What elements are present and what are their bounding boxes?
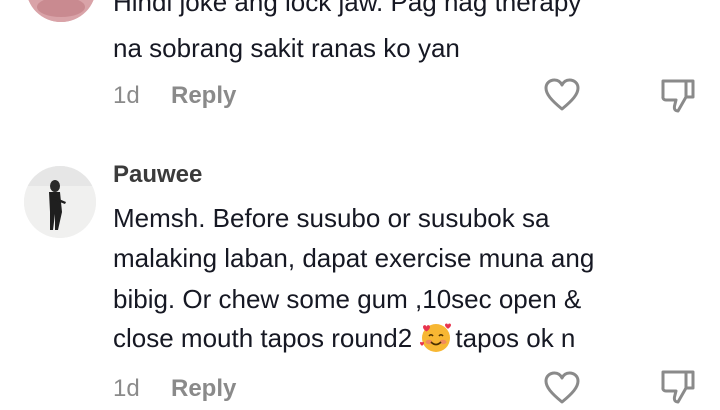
comment-text-line: Hindi joke ang lock jaw. Pag nag therapy (113, 0, 582, 17)
commenter-username[interactable]: Pauwee (113, 161, 202, 189)
comment-text-line: Memsh. Before susubo or susubok sa (113, 203, 550, 233)
comment-meta: 1d Reply (113, 375, 236, 403)
comment-text-segment: close mouth tapos round2 (113, 323, 420, 353)
reply-button[interactable]: Reply (171, 82, 236, 109)
comment-time: 1d (113, 375, 140, 402)
thumbs-down-icon[interactable] (660, 78, 696, 119)
smiling-face-with-hearts-icon (419, 321, 453, 362)
commenter-avatar[interactable] (24, 166, 96, 238)
comment-meta: 1d Reply (113, 82, 236, 110)
comment-time: 1d (113, 82, 140, 109)
comment-text-line: malaking laban, dapat exercise muna ang (113, 243, 595, 273)
reply-button[interactable]: Reply (171, 375, 236, 402)
comment-text-line: na sobrang sakit ranas ko yan (113, 33, 460, 63)
heart-icon[interactable] (544, 371, 580, 410)
thumbs-down-icon[interactable] (660, 369, 696, 410)
heart-icon[interactable] (544, 78, 580, 117)
comment-text-line: bibig. Or chew some gum ,10sec open & (113, 284, 582, 314)
commenter-avatar[interactable] (26, 0, 96, 22)
comment-text-line: close mouth tapos round2 tapos ok n (113, 320, 575, 362)
comment-text-segment: tapos ok n (455, 323, 576, 353)
